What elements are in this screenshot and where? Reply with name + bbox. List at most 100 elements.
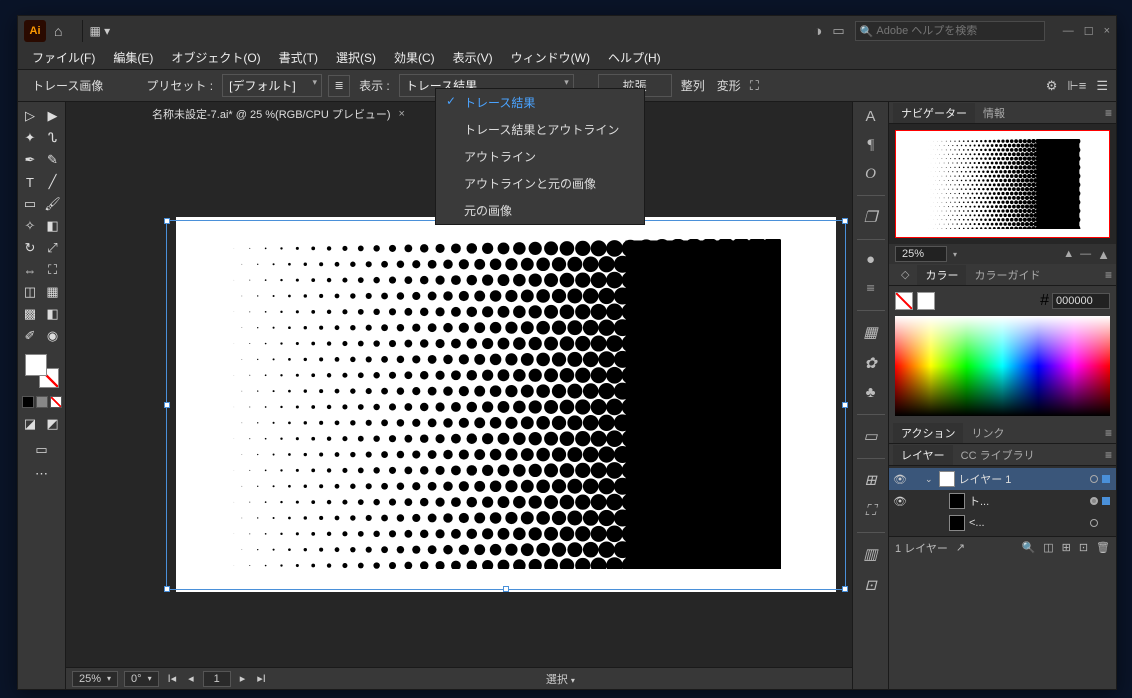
paintbrush-tool[interactable]: 🖌 [43,194,63,214]
scale-tool[interactable]: ⤢ [43,238,63,258]
type-tool[interactable]: T [20,172,40,192]
trace-options-icon[interactable]: ≣ [328,75,350,97]
menu-object[interactable]: オブジェクト(O) [163,47,268,68]
lasso-tool[interactable]: ᔐ [43,128,63,148]
symbols-panel-icon[interactable]: ♣ [866,385,876,402]
eraser-tool[interactable]: ◧ [43,216,63,236]
tab-color-guide[interactable]: カラーガイド [966,265,1048,285]
popup-item-trace-outline[interactable]: トレース結果とアウトライン [436,116,644,143]
artboard-number[interactable]: 1 [203,671,231,687]
handle-bl[interactable] [164,586,170,592]
graphic-styles-icon[interactable]: ≡ [865,281,875,298]
menu-help[interactable]: ヘルプ(H) [600,47,669,68]
blend-tool[interactable]: ◉ [43,326,63,346]
actions-menu-icon[interactable]: ≡ [1105,426,1112,440]
home-icon[interactable]: ⌂ [54,23,62,39]
prev-artboard-icon[interactable]: ◂ [185,672,197,685]
direct-selection-tool[interactable]: ▶ [43,106,63,126]
zoom-slider-icon[interactable]: — [1080,248,1091,260]
popup-item-outline-source[interactable]: アウトラインと元の画像 [436,170,644,197]
color-spectrum[interactable] [895,316,1110,416]
shaper-tool[interactable]: ✧ [20,216,40,236]
screen-mode-tool[interactable]: ▭ [32,440,52,460]
new-layer-icon[interactable]: ⊡ [1079,541,1088,554]
popup-item-source[interactable]: 元の画像 [436,197,644,224]
menu-select[interactable]: 選択(S) [328,47,384,68]
clip-mask-icon[interactable]: ◫ [1043,541,1053,554]
cloud-user-icon[interactable]: ◑ [813,23,822,40]
transform-panel-icon[interactable]: ❐ [864,208,877,227]
rotate-tool[interactable]: ↻ [20,238,40,258]
zoom-in-icon[interactable]: ▲ [1097,247,1110,262]
tab-actions[interactable]: アクション [893,423,963,443]
layer-name[interactable]: <... [969,517,985,529]
artboard[interactable] [176,217,836,592]
visibility-icon[interactable]: 👁 [889,473,911,486]
shape-builder-tool[interactable]: ◫ [20,282,40,302]
menu-effect[interactable]: 効果(C) [386,47,443,68]
target-icon[interactable] [1090,519,1098,527]
new-sublayer-icon[interactable]: ⊞ [1062,541,1071,554]
curvature-tool[interactable]: ✎ [43,150,63,170]
visibility-icon[interactable]: 👁 [889,495,911,508]
rectangle-tool[interactable]: ▭ [20,194,40,214]
hex-input[interactable] [1052,293,1110,309]
tab-info[interactable]: 情報 [975,103,1013,123]
color-menu-icon[interactable]: ≡ [1105,268,1112,282]
navigator-preview[interactable] [889,124,1116,244]
none-mode-swatch[interactable] [50,396,62,408]
layer-row[interactable]: 👁 ト... [889,490,1116,512]
panel-menu-icon[interactable]: ☰ [1096,78,1108,94]
line-tool[interactable]: ╱ [43,172,63,192]
handle-tr[interactable] [842,218,848,224]
maximize-button[interactable]: ☐ [1084,25,1094,38]
document-tab[interactable]: 名称未設定-7.ai* @ 25 %(RGB/CPU プレビュー) × [146,104,411,124]
fill-stroke-swatches[interactable] [25,354,59,388]
popup-item-outline[interactable]: アウトライン [436,143,644,170]
zoom-level[interactable]: 25%▾ [72,671,118,687]
layer-name[interactable]: ト... [969,493,989,509]
arrange-documents-icon[interactable]: ▭ [832,23,844,39]
selection-tool[interactable]: ▷ [20,106,40,126]
magic-wand-tool[interactable]: ✦ [20,128,40,148]
draw-mode-normal[interactable]: ◪ [20,414,40,434]
layers-export-icon[interactable]: ↗ [956,541,965,554]
preset-dropdown[interactable]: [デフォルト] [222,74,322,97]
eyedropper-tool[interactable]: ✐ [20,326,40,346]
layer-name[interactable]: レイヤー 1 [959,471,1012,487]
swatches-panel-icon[interactable]: ▦ [863,323,877,342]
help-search[interactable]: 🔍 [855,21,1045,41]
close-tab-icon[interactable]: × [399,108,405,120]
tab-navigator[interactable]: ナビゲーター [893,103,975,123]
first-artboard-icon[interactable]: I◂ [165,672,180,685]
tab-cc-libraries[interactable]: CC ライブラリ [953,445,1043,465]
tab-layers[interactable]: レイヤー [893,445,953,465]
trace-image-button[interactable]: トレース画像 [24,75,111,96]
preferences-icon[interactable]: ⚙ [1046,78,1058,94]
target-icon[interactable] [1090,497,1098,505]
opentype-panel-icon[interactable]: O [865,166,876,183]
stroke-panel-icon[interactable]: ▭ [863,427,877,446]
minimize-button[interactable]: — [1063,25,1074,38]
brushes-panel-icon[interactable]: ✿ [864,354,877,373]
menu-file[interactable]: ファイル(F) [24,47,103,68]
target-icon[interactable] [1090,475,1098,483]
help-search-input[interactable] [876,25,1039,37]
draw-mode-behind[interactable]: ◩ [43,414,63,434]
mesh-tool[interactable]: ▩ [20,304,40,324]
layer-row[interactable]: 👁 ⌄ レイヤー 1 [889,468,1116,490]
appearance-panel-icon[interactable]: ● [866,252,875,269]
paragraph-panel-icon[interactable]: ¶ [867,137,875,154]
gradient-mode-swatch[interactable] [36,396,48,408]
next-artboard-icon[interactable]: ▸ [237,672,249,685]
rotate-view[interactable]: 0°▾ [124,671,159,687]
free-transform-tool[interactable]: ⛶ [43,260,63,280]
tab-links[interactable]: リンク [963,423,1012,443]
align-label[interactable]: 整列 [678,77,708,94]
handle-tl[interactable] [164,218,170,224]
handle-br[interactable] [842,586,848,592]
perspective-tool[interactable]: ▦ [43,282,63,302]
zoom-out-icon[interactable]: ▲ [1063,248,1074,260]
fill-swatch[interactable] [25,354,47,376]
handle-mr[interactable] [842,402,848,408]
